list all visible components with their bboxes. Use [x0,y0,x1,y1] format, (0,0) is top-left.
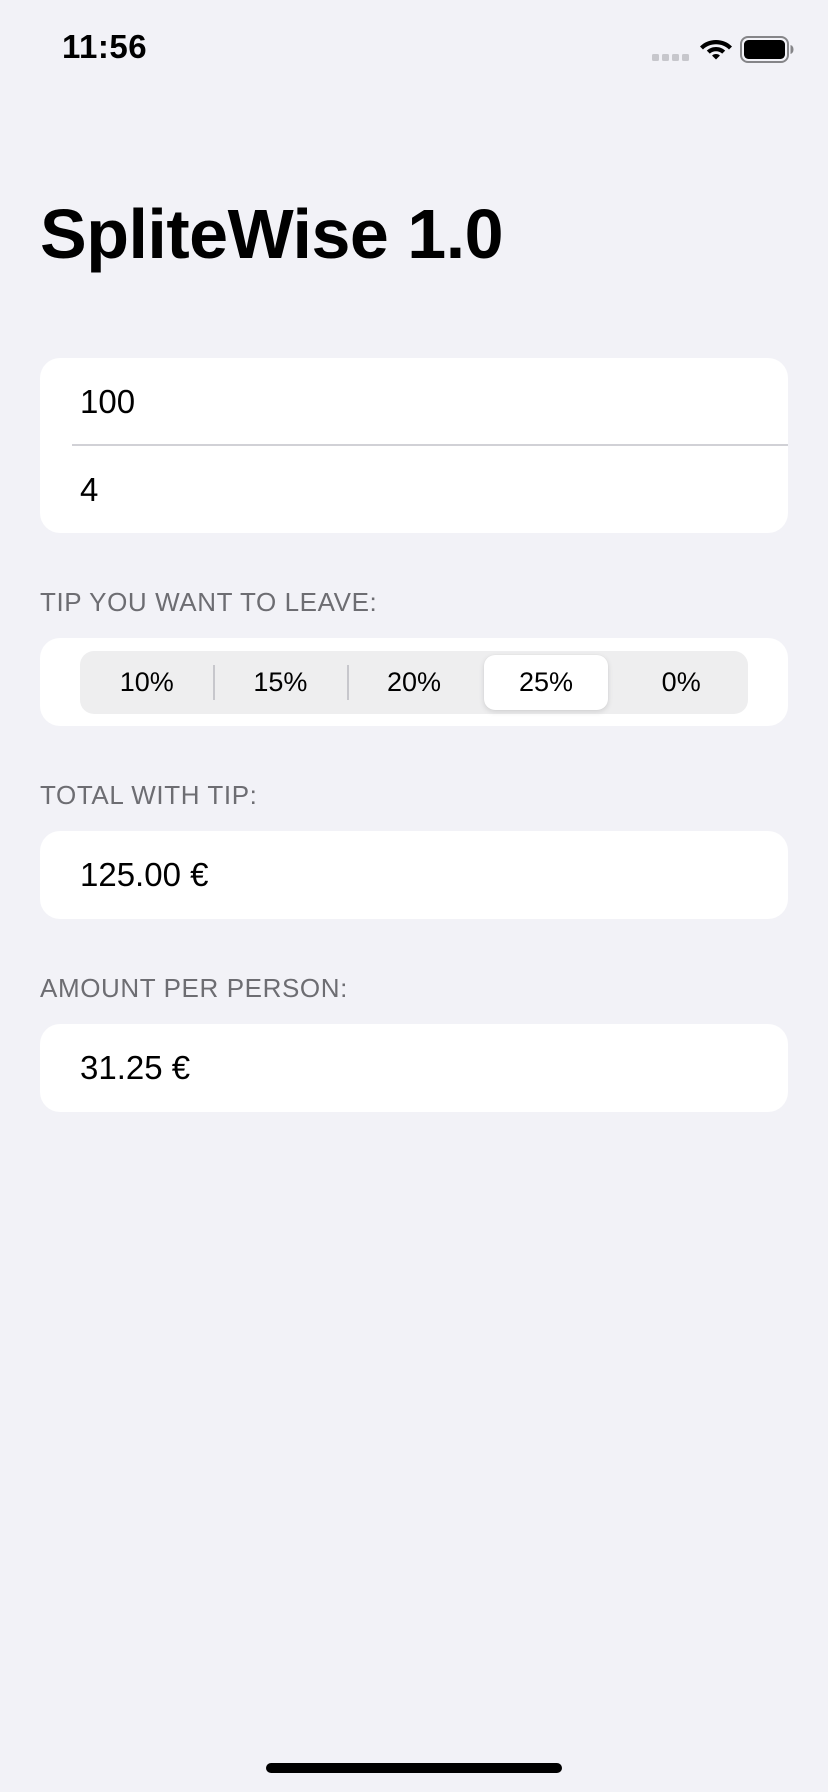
cellular-signal-icon [652,54,689,61]
amount-per-person-value: 31.25 € [80,1049,191,1086]
total-with-tip-value: 125.00 € [80,856,209,893]
status-time: 11:56 [62,28,148,65]
tip-option-10[interactable]: 10% [80,651,214,714]
tip-option-15[interactable]: 15% [214,651,348,714]
total-card: 125.00 € [40,831,788,919]
status-bar: 11:56 [0,0,828,100]
per-person-section-header: AMOUNT PER PERSON: [40,973,348,1003]
wifi-icon [700,40,732,60]
tip-option-0[interactable]: 0% [614,651,748,714]
bill-input-card [40,358,788,533]
people-count-input[interactable] [80,446,748,533]
home-indicator[interactable] [266,1763,562,1773]
page-title: SpliteWise 1.0 [40,195,504,273]
tip-section-header: TIP YOU WANT TO LEAVE: [40,587,378,617]
per-person-card: 31.25 € [40,1024,788,1112]
tip-card: 10% 15% 20% 25% 0% [40,638,788,726]
total-section-header: TOTAL WITH TIP: [40,780,258,810]
battery-icon [740,36,794,63]
amount-input[interactable] [80,358,748,445]
tip-option-25-selected[interactable]: 25% [484,655,608,710]
tip-segmented-control: 10% 15% 20% 25% 0% [80,651,748,714]
tip-option-20[interactable]: 20% [347,651,481,714]
